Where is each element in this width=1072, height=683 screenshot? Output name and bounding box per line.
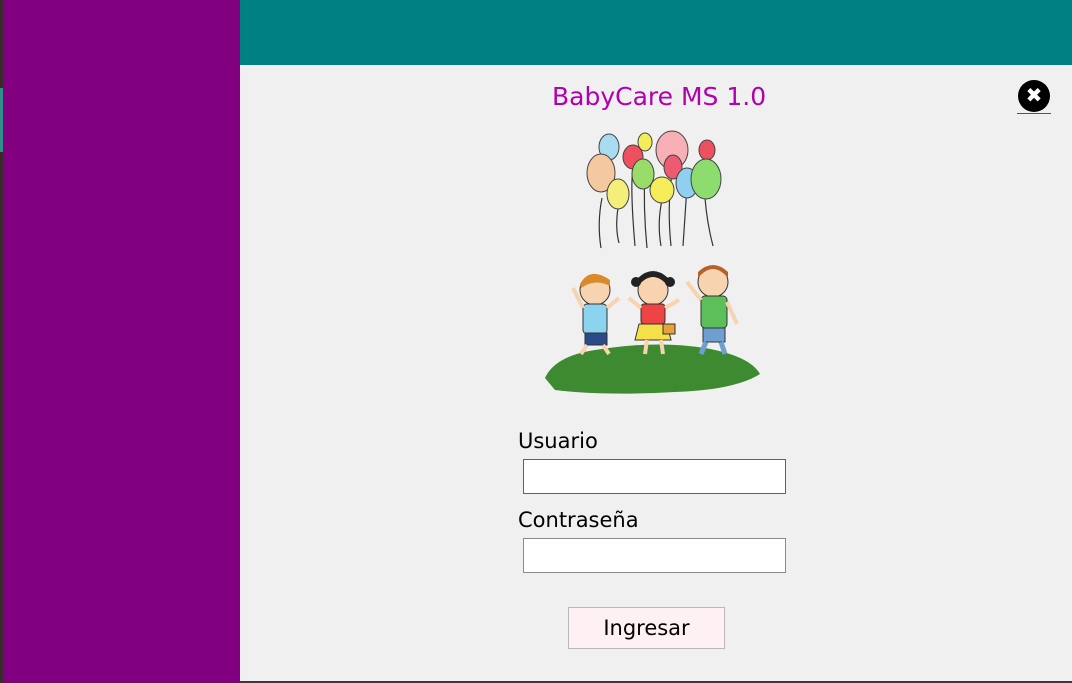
username-label: Usuario — [518, 429, 598, 453]
sidebar — [0, 0, 240, 683]
username-input[interactable] — [523, 459, 786, 494]
password-label: Contraseña — [518, 508, 639, 532]
password-input[interactable] — [523, 538, 786, 573]
close-icon: ✖ — [1025, 83, 1043, 107]
login-button[interactable]: Ingresar — [568, 607, 725, 649]
close-button[interactable]: ✖ — [1016, 78, 1052, 114]
window-edge-accent — [0, 88, 3, 152]
close-underline — [1017, 113, 1051, 114]
top-bar — [240, 0, 1072, 65]
app-title: BabyCare MS 1.0 — [552, 82, 767, 111]
kids-balloons-illustration — [545, 130, 760, 394]
